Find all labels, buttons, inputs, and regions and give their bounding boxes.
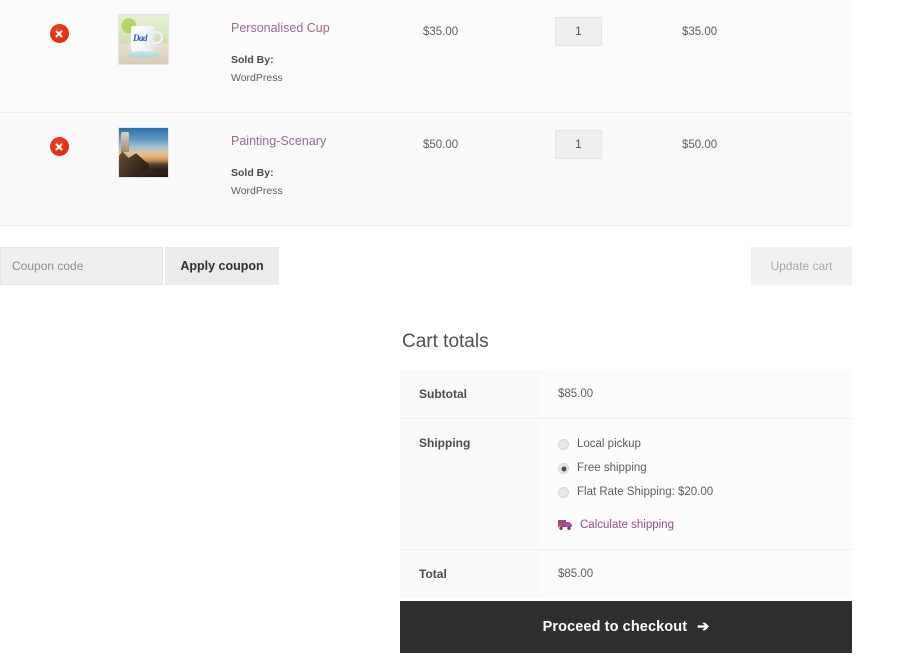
mug-saucer-shape: [126, 51, 160, 58]
cart-cell-price: $35.00: [423, 0, 555, 40]
cart-page: Dad Personalised Cup Sold By: WordPress …: [0, 0, 898, 657]
sold-by-label: Sold By:: [231, 54, 274, 66]
cart-cell-remove: [0, 113, 118, 161]
cart-cell-subtotal: $35.00: [682, 0, 852, 40]
shipping-method-list: Local pickup Free shipping Flat Rate Shi…: [558, 437, 852, 500]
cart-cell-quantity: [555, 0, 682, 46]
shipping-options-cell: Local pickup Free shipping Flat Rate Shi…: [541, 418, 852, 550]
shipping-label: Shipping: [400, 418, 541, 550]
shipping-option-free-shipping[interactable]: Free shipping: [558, 461, 852, 476]
table-row: Painting-Scenary Sold By: WordPress $50.…: [0, 113, 852, 226]
product-thumbnail-personalised-cup[interactable]: Dad: [118, 14, 169, 65]
cart-cell-remove: [0, 0, 118, 48]
product-price: $35.00: [423, 26, 459, 38]
total-label: Total: [400, 549, 541, 598]
update-cart-button[interactable]: Update cart: [751, 247, 852, 285]
truck-icon: [558, 520, 572, 530]
mug-print-text: Dad: [133, 33, 148, 43]
cart-cell-product: Personalised Cup Sold By: WordPress: [231, 0, 423, 86]
shipping-option-label[interactable]: Local pickup: [577, 437, 641, 452]
product-thumbnail-painting-scenary[interactable]: [118, 127, 169, 178]
total-value: $85.00: [541, 549, 852, 598]
cart-cell-product: Painting-Scenary Sold By: WordPress: [231, 113, 423, 199]
totals-row-subtotal: Subtotal $85.00: [400, 370, 852, 419]
shipping-option-label[interactable]: Flat Rate Shipping: $20.00: [577, 485, 713, 500]
cart-items-table: Dad Personalised Cup Sold By: WordPress …: [0, 0, 852, 226]
shipping-option-label[interactable]: Free shipping: [577, 461, 647, 476]
cart-cell-thumbnail: Dad: [118, 0, 231, 65]
checkout-button-label: Proceed to checkout: [542, 619, 688, 635]
mug-handle-shape: [153, 31, 163, 44]
cart-totals-table: Subtotal $85.00 Shipping Local pickup Fr…: [400, 370, 852, 598]
calculate-shipping-link[interactable]: Calculate shipping: [558, 519, 852, 531]
radio-icon[interactable]: [558, 487, 569, 498]
radio-icon[interactable]: [558, 439, 569, 450]
cart-cell-price: $50.00: [423, 113, 555, 153]
cart-cell-quantity: [555, 113, 682, 159]
cart-cell-thumbnail: [118, 113, 231, 178]
scenery-tower-shape: [121, 132, 129, 152]
subtotal-value: $85.00: [541, 370, 852, 419]
apply-coupon-button[interactable]: Apply coupon: [165, 247, 279, 285]
product-name-link[interactable]: Painting-Scenary: [231, 133, 423, 149]
coupon-code-input[interactable]: [0, 247, 163, 285]
subtotal-label: Subtotal: [400, 370, 541, 419]
product-name-link[interactable]: Personalised Cup: [231, 20, 423, 36]
calculate-shipping-label: Calculate shipping: [580, 519, 674, 531]
shipping-option-flat-rate[interactable]: Flat Rate Shipping: $20.00: [558, 485, 852, 500]
sold-by-label: Sold By:: [231, 167, 274, 179]
table-row: Dad Personalised Cup Sold By: WordPress …: [0, 0, 852, 113]
arrow-right-icon: ➔: [697, 619, 710, 635]
cart-actions-bar: Apply coupon Update cart: [0, 247, 852, 285]
product-subtotal: $50.00: [682, 139, 718, 151]
cart-totals-title: Cart totals: [402, 331, 489, 352]
cart-cell-subtotal: $50.00: [682, 113, 852, 153]
vendor-name: WordPress: [231, 185, 283, 197]
quantity-input[interactable]: [555, 17, 602, 46]
product-subtotal: $35.00: [682, 26, 718, 38]
cart-totals-panel: Cart totals Subtotal $85.00 Shipping Loc…: [400, 330, 852, 598]
proceed-to-checkout-button[interactable]: Proceed to checkout ➔: [400, 601, 852, 653]
shipping-option-local-pickup[interactable]: Local pickup: [558, 437, 852, 452]
radio-icon-selected[interactable]: [558, 463, 569, 474]
totals-row-total: Total $85.00: [400, 549, 852, 598]
remove-item-button[interactable]: [49, 24, 69, 43]
quantity-input[interactable]: [555, 130, 602, 159]
totals-row-shipping: Shipping Local pickup Free shipping Flat…: [400, 418, 852, 550]
remove-item-button[interactable]: [49, 137, 69, 156]
vendor-name: WordPress: [231, 72, 283, 84]
product-price: $50.00: [423, 139, 459, 151]
